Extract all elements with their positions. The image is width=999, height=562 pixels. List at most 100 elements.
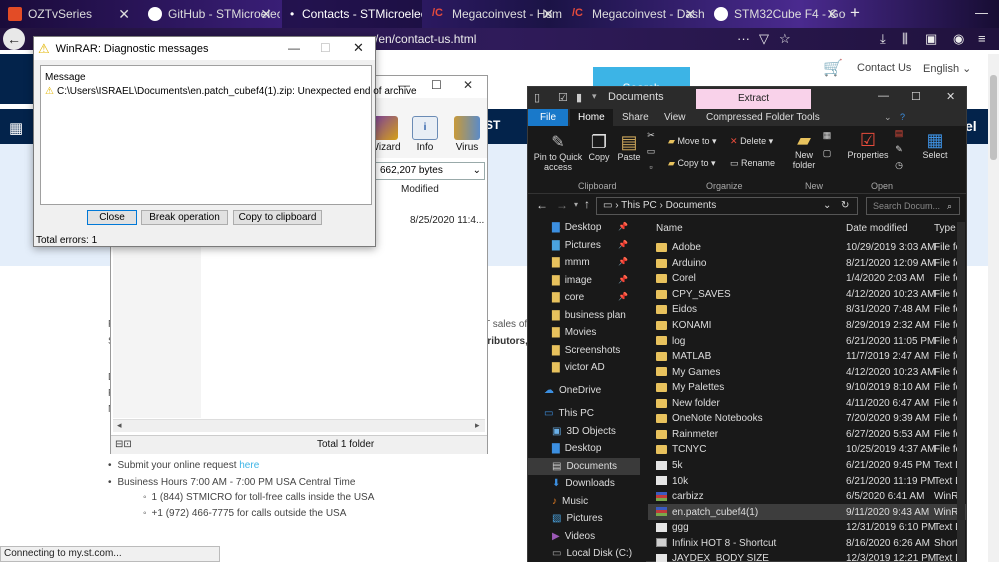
bookmark-star-icon[interactable]: ☆ (779, 31, 791, 47)
close-icon[interactable]: ✕ (353, 40, 364, 56)
scroll-right-icon[interactable]: ▸ (475, 420, 480, 431)
maximize-icon[interactable]: ☐ (911, 90, 921, 103)
rename-button[interactable]: ▭ Rename (730, 158, 775, 168)
url-field[interactable]: /en/contact-us.html (375, 30, 725, 48)
nav-item-local-disk-c[interactable]: ▭ Local Disk (C:) (528, 545, 640, 562)
page-actions-icon[interactable]: ··· (737, 31, 750, 46)
paste-button[interactable]: ▤ Paste (614, 132, 644, 162)
close-tab-icon[interactable]: ✕ (826, 6, 838, 23)
nav-item-onedrive[interactable]: ☁ OneDrive (528, 382, 640, 399)
tab-megacoinvest-dashboard[interactable]: /C Megacoinvest - Dashb ✕ (564, 0, 704, 28)
properties-button[interactable]: ☑ Properties (846, 130, 890, 160)
language-selector[interactable]: English ⌄ (923, 62, 971, 75)
close-icon[interactable]: ✕ (463, 78, 473, 92)
column-type[interactable]: Type (934, 223, 956, 234)
file-row[interactable]: Corel 1/4/2020 2:03 AM File fo (648, 271, 966, 287)
menu-icon[interactable]: ≡ (978, 31, 986, 46)
back-arrow-icon[interactable]: ← (536, 198, 548, 212)
nav-item-desktop[interactable]: ▇ Desktop 📌 (528, 219, 640, 236)
nav-item-videos[interactable]: ▶ Videos (528, 528, 640, 545)
tab-oztvseries[interactable]: OZTvSeries ✕ (0, 0, 138, 28)
delete-button[interactable]: ✕ Delete ▾ (730, 136, 773, 146)
tab-home[interactable]: Home (570, 109, 613, 126)
file-row[interactable]: New folder 4/11/2020 6:47 AM File fo (648, 396, 966, 412)
file-row[interactable]: KONAMI 8/29/2019 2:32 AM File fo (648, 318, 966, 334)
nav-item-pictures[interactable]: ▧ Pictures (528, 510, 640, 527)
size-dropdown[interactable]: 662,207 bytes ⌄ (375, 162, 485, 180)
move-to-button[interactable]: ▰ Move to ▾ (668, 136, 716, 146)
tab-view[interactable]: View (656, 109, 694, 126)
st-logo[interactable] (0, 54, 36, 104)
file-row[interactable]: Infinix HOT 8 - Shortcut 8/16/2020 6:26 A… (648, 535, 966, 551)
tab-share[interactable]: Share (614, 109, 657, 126)
file-row[interactable]: JAYDEX_BODY SIZE 12/3/2019 12:21 PM Text D (648, 551, 966, 562)
file-row[interactable]: 10k 6/21/2020 11:19 PM Text D (648, 473, 966, 489)
close-tab-icon[interactable]: ✕ (684, 6, 696, 23)
grid-menu-icon[interactable]: ▦ (9, 119, 23, 137)
virus-scan-button[interactable]: Virus (447, 116, 487, 153)
file-row[interactable]: Eidos 8/31/2020 7:48 AM File fo (648, 302, 966, 318)
search-input[interactable]: Search Docum... ⌕ (866, 197, 960, 215)
message-list[interactable]: Message ⚠ C:\Users\ISRAEL\Documents\en.p… (40, 65, 417, 205)
break-operation-button[interactable]: Break operation (141, 210, 228, 225)
tab-compressed-folder-tools[interactable]: Compressed Folder Tools (698, 109, 828, 126)
minimize-icon[interactable]: — (288, 41, 300, 55)
breadcrumb-documents[interactable]: Documents (666, 200, 717, 211)
file-row[interactable]: My Palettes 9/10/2019 8:10 AM File fo (648, 380, 966, 396)
file-row[interactable]: Rainmeter 6/27/2020 5:53 AM File fo (648, 427, 966, 443)
maximize-icon[interactable]: ☐ (431, 78, 442, 92)
forward-arrow-icon[interactable]: → (556, 198, 568, 212)
file-row[interactable]: Arduino 8/21/2020 12:09 AM File fo (648, 256, 966, 272)
column-modified[interactable]: Modified (401, 184, 439, 195)
paste-shortcut-icon[interactable]: ▫ (644, 162, 658, 172)
tab-google[interactable]: STM32Cube F4 - Google ✕ (706, 0, 846, 28)
account-icon[interactable]: ◉ (953, 31, 964, 47)
nav-item-business-plan[interactable]: ▇ business plan (528, 307, 640, 324)
address-dropdown-icon[interactable]: ⌄ (823, 198, 831, 214)
copy-path-icon[interactable]: ▭ (644, 146, 658, 156)
easy-access-icon[interactable]: ▢ (820, 148, 834, 158)
close-tab-icon[interactable]: ✕ (260, 6, 272, 23)
tab-github[interactable]: GitHub - STMicroelectr ✕ (140, 0, 280, 28)
tab-contacts[interactable]: • Contacts - STMicroelect (282, 0, 422, 28)
file-row[interactable]: log 6/21/2020 11:05 PM File fo (648, 333, 966, 349)
nav-item-documents[interactable]: ▤ Documents (528, 457, 640, 475)
nav-item-3d-objects[interactable]: ▣ 3D Objects (528, 423, 640, 440)
file-row[interactable]: My Games 4/12/2020 10:23 AM File fo (648, 364, 966, 380)
submit-here-link[interactable]: here (239, 460, 259, 471)
file-row[interactable]: TCNYC 10/25/2019 4:37 AM File fo (648, 442, 966, 458)
tab-file[interactable]: File (528, 109, 568, 126)
nav-item-screenshots[interactable]: ▇ Screenshots (528, 342, 640, 359)
help-icon[interactable]: ? (900, 112, 905, 122)
file-row[interactable]: en.patch_cubef4(1) 9/11/2020 9:43 AM WinR (648, 504, 966, 520)
nav-item-movies[interactable]: ▇ Movies (528, 324, 640, 341)
close-tab-icon[interactable]: ✕ (118, 6, 130, 23)
scroll-left-icon[interactable]: ◂ (117, 420, 122, 431)
file-row[interactable]: carbizz 6/5/2020 6:41 AM WinR (648, 489, 966, 505)
close-button[interactable]: Close (87, 210, 137, 225)
library-icon[interactable]: ⫼ (902, 31, 908, 47)
copy-button[interactable]: ❐ Copy (584, 132, 614, 162)
extract-context-tab[interactable]: Extract (696, 89, 811, 109)
nav-item-victor-ad[interactable]: ▇ victor AD (528, 359, 640, 376)
history-icon[interactable]: ◷ (892, 160, 906, 170)
column-name[interactable]: Name (656, 223, 683, 234)
file-row[interactable]: OneNote Notebooks 7/20/2020 9:39 AM File f… (648, 411, 966, 427)
select-button[interactable]: ▦ Select (920, 130, 950, 160)
sidebar-icon[interactable]: ▣ (925, 31, 937, 47)
info-button[interactable]: i Info (405, 116, 445, 153)
refresh-icon[interactable]: ↻ (841, 198, 849, 214)
tab-megacoinvest-home[interactable]: /C Megacoinvest - Home ✕ (424, 0, 562, 28)
cut-icon[interactable]: ✂ (644, 130, 658, 140)
nav-item-pictures[interactable]: ▇ Pictures 📌 (528, 237, 640, 254)
edit-icon[interactable]: ✎ (892, 144, 906, 154)
nav-item-music[interactable]: ♪ Music (528, 493, 640, 510)
file-row[interactable]: CPY_SAVES 4/12/2020 10:23 AM File fo (648, 287, 966, 303)
nav-item-this-pc[interactable]: ▭ This PC (528, 405, 640, 422)
new-item-icon[interactable]: ▦ (820, 130, 834, 140)
page-scrollbar-thumb[interactable] (990, 75, 997, 160)
breadcrumb-this-pc[interactable]: This PC (621, 200, 657, 211)
minimize-icon[interactable]: — (878, 90, 889, 102)
quick-access-icon[interactable]: ☑ (558, 91, 568, 104)
cart-icon[interactable]: 🛒 (823, 58, 843, 78)
